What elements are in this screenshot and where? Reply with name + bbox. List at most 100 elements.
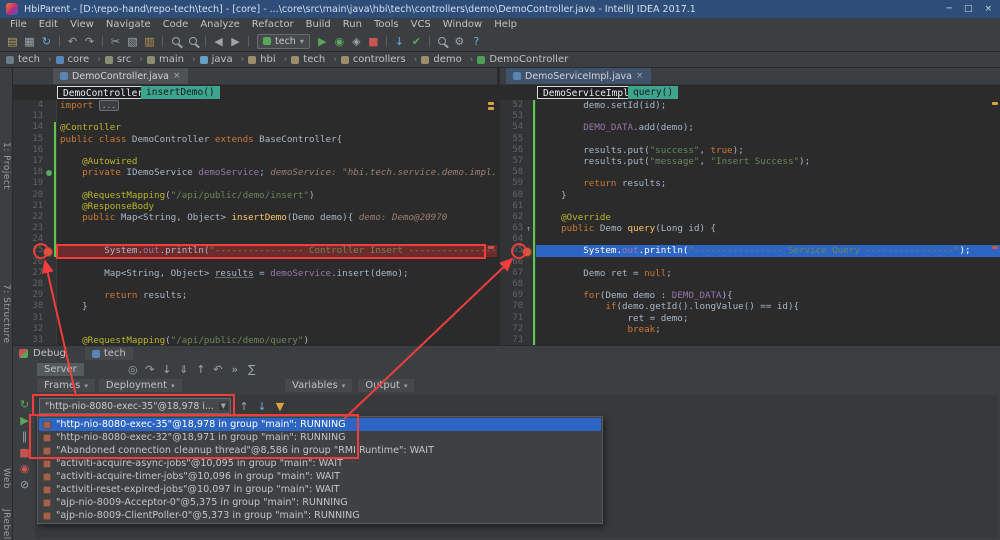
open-icon[interactable]: ▤ bbox=[4, 33, 21, 50]
breadcrumb-item[interactable]: demo› bbox=[421, 54, 477, 65]
code-line[interactable]: 64 bbox=[500, 234, 1000, 245]
search-everywhere-icon[interactable] bbox=[434, 33, 451, 50]
code-line[interactable]: 54 DEMO_DATA.add(demo); bbox=[500, 122, 1000, 133]
code-line[interactable]: 18 private IDemoService demoService; dem… bbox=[13, 167, 497, 178]
frames-tab[interactable]: Frames▾ bbox=[37, 379, 95, 392]
stop-icon[interactable]: ■ bbox=[18, 446, 31, 458]
code-line[interactable]: 71 ret = demo; bbox=[500, 313, 1000, 324]
tab-demoserviceimpl-java[interactable]: DemoServiceImpl.java × bbox=[506, 68, 651, 84]
help-icon[interactable]: ? bbox=[468, 33, 485, 50]
evaluate-expression-icon[interactable]: ∑ bbox=[245, 362, 259, 376]
code-line[interactable]: 52 demo.setId(id); bbox=[500, 100, 1000, 111]
gutter-line-number[interactable]: 71 bbox=[500, 313, 536, 324]
gutter-line-number[interactable]: 13 bbox=[13, 111, 57, 122]
output-tab[interactable]: Output▾ bbox=[358, 379, 414, 392]
menu-item[interactable]: Edit bbox=[33, 18, 64, 31]
breadcrumb-item[interactable]: tech› bbox=[6, 54, 56, 65]
code-line[interactable]: 69 for(Demo demo : DEMO_DATA){ bbox=[500, 290, 1000, 301]
debug-session-tab-tech[interactable]: tech bbox=[85, 347, 133, 360]
stop-icon[interactable]: ■ bbox=[365, 33, 382, 50]
step-out-icon[interactable]: ↑ bbox=[194, 362, 208, 376]
gutter-line-number[interactable]: 57 bbox=[500, 156, 536, 167]
code-line[interactable]: 21 @ResponseBody bbox=[13, 201, 497, 212]
close-tab-icon[interactable]: × bbox=[636, 71, 644, 81]
gutter-line-number[interactable]: 19 bbox=[13, 178, 57, 189]
code-line[interactable]: 14@Controller bbox=[13, 122, 497, 133]
gutter-line-number[interactable]: 20 bbox=[13, 190, 57, 201]
run-to-cursor-icon[interactable]: » bbox=[228, 362, 242, 376]
gutter-line-number[interactable]: 68 bbox=[500, 279, 536, 290]
run-icon[interactable]: ▶ bbox=[314, 33, 331, 50]
code-line[interactable]: 32 bbox=[13, 324, 497, 335]
run-config-selector[interactable]: tech ▾ bbox=[257, 34, 310, 49]
gutter-line-number[interactable]: 52 bbox=[500, 100, 536, 111]
error-stripe-mark[interactable] bbox=[992, 102, 998, 105]
code-line[interactable]: 55 bbox=[500, 134, 1000, 145]
code-line[interactable]: 63 public Demo query(Long id) { bbox=[500, 223, 1000, 234]
step-into-icon[interactable]: ↓ bbox=[160, 362, 174, 376]
gutter-line-number[interactable]: 72 bbox=[500, 324, 536, 335]
gutter-line-number[interactable]: 63 bbox=[500, 223, 536, 234]
code-line[interactable]: 15public class DemoController extends Ba… bbox=[13, 134, 497, 145]
gutter-line-number[interactable]: 61 bbox=[500, 201, 536, 212]
breadcrumb-item[interactable]: main› bbox=[147, 54, 200, 65]
code-line[interactable]: 22 public Map<String, Object> insertDemo… bbox=[13, 212, 497, 223]
resume-icon[interactable]: ▶ bbox=[18, 414, 31, 426]
code-line[interactable]: 17 @Autowired bbox=[13, 156, 497, 167]
breadcrumb-item[interactable]: src› bbox=[105, 54, 147, 65]
code-line[interactable]: 33 @RequestMapping("/api/public/demo/que… bbox=[13, 335, 497, 345]
gutter-line-number[interactable]: 29 bbox=[13, 290, 57, 301]
settings-icon[interactable]: ⚙ bbox=[451, 33, 468, 50]
force-step-into-icon[interactable]: ⇓ bbox=[177, 362, 191, 376]
gutter-line-number[interactable]: 21 bbox=[13, 201, 57, 212]
code-line[interactable]: 59 return results; bbox=[500, 178, 1000, 189]
gutter-line-number[interactable]: 17 bbox=[13, 156, 57, 167]
show-execution-point-icon[interactable]: ◎ bbox=[126, 362, 140, 376]
breadcrumb-item[interactable]: tech› bbox=[291, 54, 341, 65]
code-line[interactable]: 53 bbox=[500, 111, 1000, 122]
code-line[interactable]: 20 @RequestMapping("/api/public/demo/ins… bbox=[13, 190, 497, 201]
code-editor-right[interactable]: 52 demo.setId(id);5354 DEMO_DATA.add(dem… bbox=[500, 100, 1000, 345]
error-stripe-mark[interactable] bbox=[488, 102, 494, 105]
menu-item[interactable]: Build bbox=[300, 18, 337, 31]
replace-icon[interactable] bbox=[184, 33, 201, 50]
gutter-line-number[interactable]: 18 bbox=[13, 167, 57, 178]
cut-icon[interactable]: ✂ bbox=[107, 33, 124, 50]
code-line[interactable]: 67 Demo ret = null; bbox=[500, 268, 1000, 279]
gutter-line-number[interactable]: 53 bbox=[500, 111, 536, 122]
find-icon[interactable] bbox=[167, 33, 184, 50]
tool-window-button[interactable]: 1: Project bbox=[1, 142, 11, 189]
code-line[interactable]: 62 @Override bbox=[500, 212, 1000, 223]
undo-icon[interactable]: ↶ bbox=[64, 33, 81, 50]
gutter-line-number[interactable]: 32 bbox=[13, 324, 57, 335]
code-line[interactable]: 29 return results; bbox=[13, 290, 497, 301]
code-line[interactable]: 19 bbox=[13, 178, 497, 189]
code-line[interactable]: 72 break; bbox=[500, 324, 1000, 335]
code-line[interactable]: 26 bbox=[13, 257, 497, 268]
gutter-line-number[interactable]: 30 bbox=[13, 301, 57, 312]
thread-list-item[interactable]: "http-nio-8080-exec-32"@18,971 in group … bbox=[39, 431, 601, 444]
gutter-line-number[interactable]: 59 bbox=[500, 178, 536, 189]
code-line[interactable]: 70 if(demo.getId().longValue() == id){ bbox=[500, 301, 1000, 312]
code-line[interactable]: 27 Map<String, Object> results = demoSer… bbox=[13, 268, 497, 279]
thread-selector[interactable]: "http-nio-8080-exec-35"@18,978 i... ▼ bbox=[39, 398, 231, 414]
gutter-line-number[interactable]: 62 bbox=[500, 212, 536, 223]
code-line[interactable]: 60 } bbox=[500, 190, 1000, 201]
thread-list-item[interactable]: "ajp-nio-8009-Acceptor-0"@5,375 in group… bbox=[39, 496, 601, 509]
menu-item[interactable]: Analyze bbox=[194, 18, 245, 31]
gutter-line-number[interactable]: 14 bbox=[13, 122, 57, 133]
menu-item[interactable]: Help bbox=[488, 18, 523, 31]
minimize-button[interactable]: ─ bbox=[947, 4, 952, 14]
breadcrumb-item[interactable]: controllers› bbox=[341, 54, 422, 65]
menu-item[interactable]: View bbox=[64, 18, 100, 31]
close-button[interactable]: × bbox=[984, 4, 992, 14]
gutter-line-number[interactable]: 55 bbox=[500, 134, 536, 145]
redo-icon[interactable]: ↷ bbox=[81, 33, 98, 50]
gutter-line-number[interactable]: 54 bbox=[500, 122, 536, 133]
code-line[interactable]: 31 bbox=[13, 313, 497, 324]
code-line[interactable]: 73 bbox=[500, 335, 1000, 345]
code-line[interactable]: 25 System.out.println("---------------- … bbox=[13, 245, 497, 256]
view-breakpoints-icon[interactable]: ◉ bbox=[18, 462, 31, 474]
code-line[interactable]: 4import ... bbox=[13, 100, 497, 111]
code-line[interactable]: 24 bbox=[13, 234, 497, 245]
